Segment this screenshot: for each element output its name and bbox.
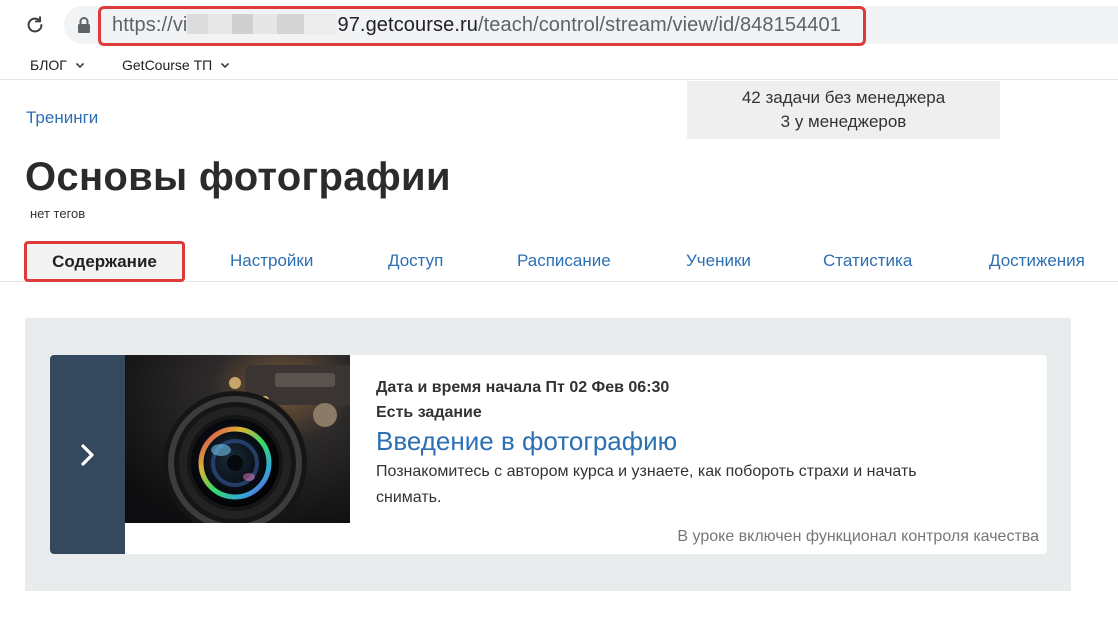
chevron-down-icon [221, 62, 230, 69]
lesson-card[interactable]: Дата и время начала Пт 02 Фев 06:30 Есть… [50, 355, 1047, 554]
tab-schedule[interactable]: Расписание [517, 251, 611, 271]
chevron-right-icon [80, 443, 94, 466]
chevron-down-icon [75, 62, 84, 69]
url-highlight-frame [98, 6, 866, 46]
bookmark-label: БЛОГ [30, 57, 67, 73]
lock-icon[interactable] [74, 15, 94, 35]
bookmark-blog[interactable]: БЛОГ [30, 57, 85, 73]
tags-label: нет тегов [30, 206, 86, 221]
bookmark-getcourse-tp[interactable]: GetCourse ТП [122, 57, 230, 73]
tab-settings[interactable]: Настройки [230, 251, 313, 271]
lesson-expand-handle[interactable] [50, 355, 125, 554]
lesson-start-time: Дата и время начала Пт 02 Фев 06:30 [376, 379, 670, 396]
quality-control-note: В уроке включен функционал контроля каче… [677, 528, 1039, 545]
reload-icon[interactable] [22, 12, 48, 38]
page-title: Основы фотографии [25, 155, 451, 199]
lesson-has-task: Есть задание [376, 404, 482, 421]
tab-statistics[interactable]: Статистика [823, 251, 912, 271]
tab-access[interactable]: Доступ [388, 251, 443, 271]
tab-content[interactable]: Содержание [24, 241, 185, 282]
tasks-managers: 3 у менеджеров [780, 112, 907, 131]
lesson-details: Дата и время начала Пт 02 Фев 06:30 Есть… [376, 375, 1016, 511]
browser-toolbar: https://vi 97.getcourse.ru/teach/control/… [0, 0, 1118, 50]
tab-achievements[interactable]: Достижения [989, 251, 1085, 271]
breadcrumb-trainings[interactable]: Тренинги [26, 108, 98, 128]
tab-students[interactable]: Ученики [686, 251, 751, 271]
tab-bar: Содержание Настройки Доступ Расписание У… [0, 240, 1118, 282]
camera-lens-image [125, 355, 350, 523]
bookmark-label: GetCourse ТП [122, 57, 213, 73]
lesson-title-link[interactable]: Введение в фотографию [376, 426, 677, 456]
lesson-description: Познакомитесь с автором курса и узнаете,… [376, 463, 917, 506]
tasks-unassigned: 42 задачи без менеджера [741, 88, 946, 107]
bookmarks-bar: БЛОГ GetCourse ТП [0, 52, 1118, 80]
lesson-cover-image[interactable] [125, 355, 350, 523]
tasks-summary[interactable]: 42 задачи без менеджера 3 у менеджеров [687, 81, 1000, 139]
